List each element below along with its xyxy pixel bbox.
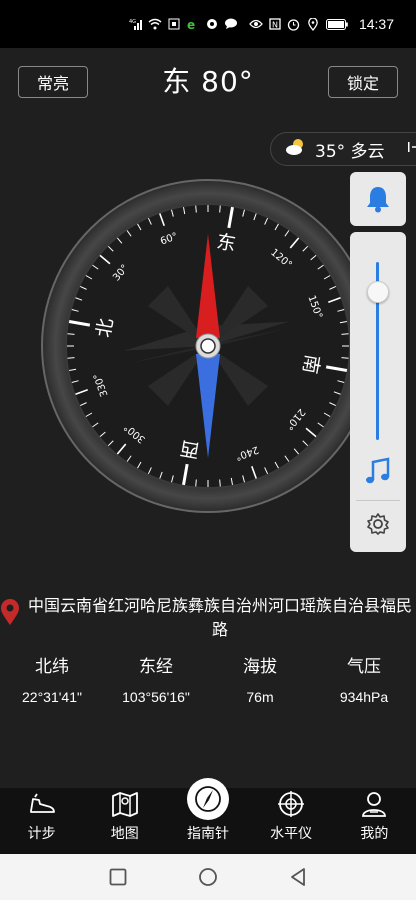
stat-altitude: 海拔 76m — [208, 652, 312, 705]
tab-compass[interactable]: 指南针 — [166, 778, 249, 854]
shoe-icon — [29, 793, 55, 813]
app-icon — [205, 17, 219, 31]
weather-text: 35° 多云 — [315, 141, 385, 162]
volume-slider-knob[interactable] — [367, 281, 389, 304]
back-button[interactable] — [287, 866, 309, 888]
clock-time: 14:37 — [358, 16, 394, 32]
tab-label: 我的 — [360, 826, 389, 842]
stat-value: 934hPa — [339, 689, 389, 705]
dial-tick — [341, 357, 349, 359]
lock-button[interactable]: 锁定 — [328, 66, 398, 98]
tab-label: 指南针 — [186, 826, 229, 842]
weather-widget[interactable]: 35° 多云 — [270, 132, 416, 166]
cardinal-label: 北 — [93, 317, 118, 340]
stat-label: 北纬 — [35, 657, 69, 677]
tab-map[interactable]: 地图 — [83, 788, 166, 854]
svg-text:N: N — [272, 21, 278, 30]
gear-icon[interactable] — [366, 512, 390, 536]
cardinal-label: 东 — [215, 231, 238, 256]
browser-icon: e — [186, 17, 200, 31]
tab-pedometer[interactable]: 计步 — [0, 788, 83, 854]
screenshot-icon — [167, 17, 181, 31]
recent-apps-button[interactable] — [107, 866, 129, 888]
wifi-icon — [148, 17, 162, 31]
signal-icon: 4G — [129, 17, 143, 31]
level-icon — [278, 791, 305, 817]
triangle-back-icon — [291, 868, 305, 886]
cardinal-label: 西 — [179, 436, 202, 461]
cloudy-sun-icon — [285, 138, 307, 161]
stat-value: 76m — [246, 689, 274, 705]
sound-control-panel — [350, 232, 406, 552]
dial-tick — [341, 333, 349, 335]
tab-label: 地图 — [110, 826, 139, 842]
tab-label: 计步 — [27, 826, 56, 842]
compass-dial: 30°60°120°150°210°240°300°330° 北东南西 — [41, 179, 375, 513]
chat-icon — [224, 17, 238, 31]
dial-tick — [67, 333, 75, 335]
stat-longitude: 东经 103°56'16" — [104, 652, 208, 705]
compass-screen: 常亮 东 80° 锁定 35° 多云 30° 60° 120° 150° 210° 240… — [0, 48, 416, 788]
stat-label: 气压 — [347, 657, 381, 677]
tab-profile[interactable]: 我的 — [333, 788, 416, 854]
alarm-bell-button[interactable] — [350, 172, 406, 226]
user-icon — [362, 792, 387, 817]
dial-tick — [219, 205, 221, 213]
stat-value: 103°56'16" — [122, 689, 190, 705]
location-icon — [306, 17, 320, 31]
svg-text:4G: 4G — [129, 19, 136, 25]
stat-latitude: 北纬 22°31'41" — [0, 652, 104, 705]
stat-value: 22°31'41" — [22, 689, 82, 705]
bell-icon — [367, 187, 389, 213]
system-nav-bar — [0, 854, 416, 900]
square-icon — [109, 868, 127, 886]
stat-label: 东经 — [139, 657, 173, 677]
heading-readout: 东 80° — [162, 65, 254, 98]
circle-icon — [199, 868, 217, 886]
home-button[interactable] — [197, 866, 219, 888]
eye-icon — [249, 17, 263, 31]
alarm-icon — [287, 17, 301, 31]
address-text: 中国云南省红河哈尼族彝族自治州河口瑶族自治县福民路 — [27, 596, 412, 639]
stat-pressure: 气压 934hPa — [312, 652, 416, 705]
dial-tick — [195, 205, 197, 213]
tab-level[interactable]: 水平仪 — [250, 788, 333, 854]
tab-label: 水平仪 — [270, 826, 313, 842]
dial-tick — [219, 479, 221, 487]
svg-text:e: e — [187, 18, 195, 31]
map-pin-icon — [1, 599, 19, 625]
dial-tick — [195, 479, 197, 487]
compass-icon — [187, 778, 230, 820]
cardinal-label: 南 — [298, 353, 323, 376]
stat-label: 海拔 — [243, 657, 277, 677]
bottom-tab-bar: 计步 地图 指南针 水平仪 我的 — [0, 778, 416, 854]
panel-divider — [356, 500, 400, 501]
status-bar: 4G e N 14:37 — [0, 0, 416, 48]
map-icon — [111, 792, 138, 817]
chevron-right-bar-icon[interactable] — [407, 140, 416, 158]
nfc-icon: N — [268, 17, 282, 31]
coordinates-panel: 北纬 22°31'41" 东经 103°56'16" 海拔 76m 气压 934… — [0, 652, 416, 705]
music-note-icon[interactable] — [364, 456, 392, 486]
status-icons: 4G e N — [129, 17, 349, 31]
battery-icon — [325, 17, 349, 31]
location-info: 中国云南省红河哈尼族彝族自治州河口瑶族自治县福民路 — [0, 594, 416, 644]
dial-tick — [67, 357, 75, 359]
keep-screen-on-button[interactable]: 常亮 — [18, 66, 88, 98]
